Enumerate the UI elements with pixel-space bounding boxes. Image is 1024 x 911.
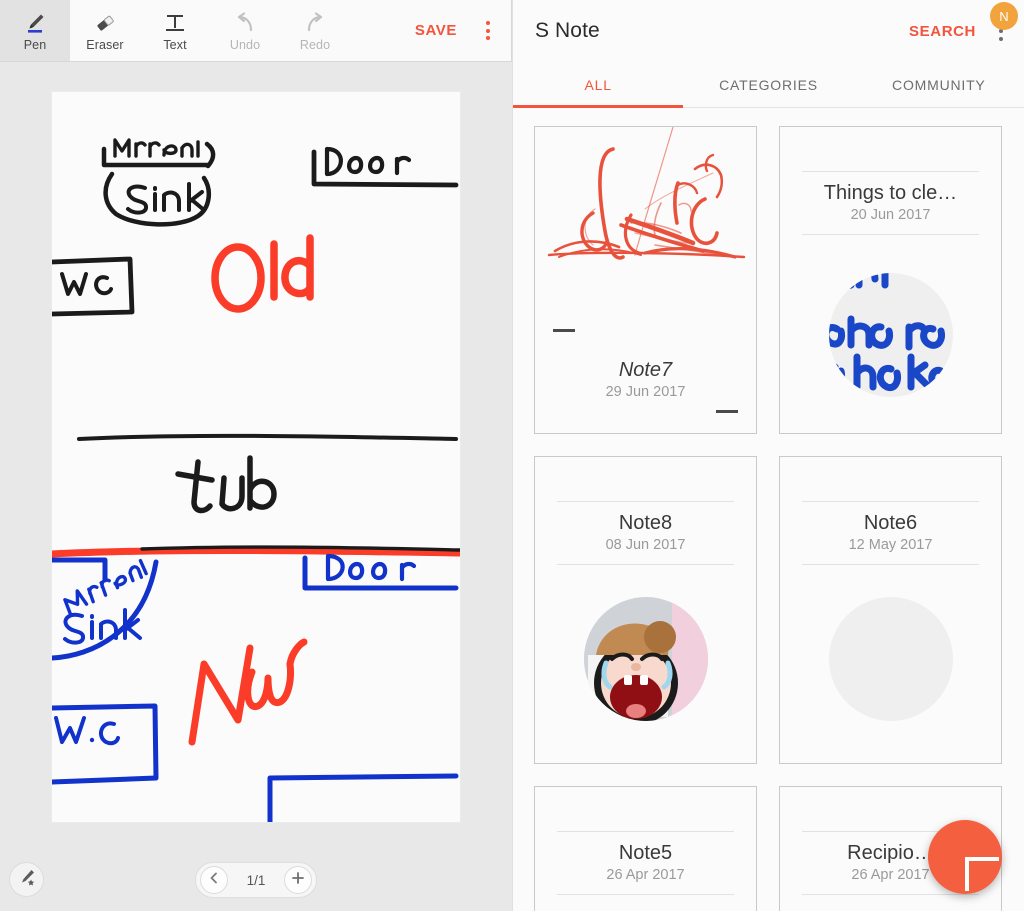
save-button[interactable]: SAVE xyxy=(401,0,471,61)
canvas-area xyxy=(0,62,512,850)
note-thumbnail xyxy=(535,127,756,325)
tool-undo[interactable]: Undo xyxy=(210,0,280,61)
note-card-title: Note7 xyxy=(618,359,673,381)
tab-community[interactable]: COMMUNITY xyxy=(854,62,1024,107)
note-card-title: Things to cle… xyxy=(823,182,958,204)
note-card-header: Things to cle… 20 Jun 2017 xyxy=(780,127,1001,235)
tool-redo[interactable]: Redo xyxy=(280,0,350,61)
note-card-title: Note5 xyxy=(618,842,673,864)
note-dash-mark xyxy=(716,410,738,413)
note-card-header: Note5 26 Apr 2017 xyxy=(535,787,756,895)
note-card-date: 12 May 2017 xyxy=(848,537,933,553)
note-thumbnail xyxy=(583,597,708,721)
tab-bar: ALL CATEGORIES COMMUNITY xyxy=(513,62,1024,108)
tool-pen-label: Pen xyxy=(23,37,47,52)
add-note-fab[interactable] xyxy=(928,820,1002,894)
note-grid: Note7 29 Jun 2017 Things to cle… 20 Jun … xyxy=(513,108,1024,911)
tool-undo-label: Undo xyxy=(229,37,261,52)
note-card-title: Note8 xyxy=(618,512,673,534)
kebab-dot xyxy=(486,28,490,33)
tool-pen[interactable]: Pen xyxy=(0,0,70,61)
plus-icon xyxy=(290,870,306,891)
note-card[interactable]: Note6 12 May 2017 xyxy=(779,456,1002,764)
editor-toolbar: Pen Eraser Text Undo Redo SAVE xyxy=(0,0,512,62)
note-thumbnail xyxy=(828,273,953,397)
note-card-date: 08 Jun 2017 xyxy=(605,537,686,553)
divider xyxy=(557,894,734,895)
page-title: S Note xyxy=(535,19,600,42)
search-button[interactable]: SEARCH xyxy=(901,23,984,40)
text-icon xyxy=(162,10,188,36)
tool-eraser-label: Eraser xyxy=(86,37,124,52)
kebab-dot xyxy=(486,21,490,25)
divider xyxy=(802,894,979,895)
note-thumbnail xyxy=(828,597,953,721)
note-card-date: 20 Jun 2017 xyxy=(850,207,931,223)
note-card[interactable]: Note8 08 Jun 2017 xyxy=(534,456,757,764)
add-page-button[interactable] xyxy=(284,866,312,894)
note-card-date: 29 Jun 2017 xyxy=(605,384,686,400)
note-card[interactable]: Things to cle… 20 Jun 2017 xyxy=(779,126,1002,434)
note-card-title: Note6 xyxy=(863,512,918,534)
drawing-canvas[interactable] xyxy=(52,92,460,822)
tool-text[interactable]: Text xyxy=(140,0,210,61)
divider xyxy=(557,564,734,565)
tool-eraser[interactable]: Eraser xyxy=(70,0,140,61)
page-indicator: 1/1 xyxy=(246,872,266,888)
prev-page-button[interactable] xyxy=(200,866,228,894)
tool-redo-label: Redo xyxy=(299,37,331,52)
editor-more-options-button[interactable] xyxy=(471,0,505,61)
divider xyxy=(802,564,979,565)
tab-all[interactable]: ALL xyxy=(513,62,684,108)
note-card[interactable]: Note7 29 Jun 2017 xyxy=(534,126,757,434)
eraser-icon xyxy=(92,10,118,36)
note-card[interactable]: Note5 26 Apr 2017 xyxy=(534,786,757,911)
list-header: S Note SEARCH N xyxy=(513,0,1024,62)
divider xyxy=(802,234,979,235)
pen-star-icon-button[interactable] xyxy=(9,862,44,897)
chevron-left-icon xyxy=(207,871,221,890)
avatar[interactable]: N xyxy=(990,2,1018,30)
kebab-dot xyxy=(486,36,490,40)
note-card-date: 26 Apr 2017 xyxy=(606,867,685,883)
note-card-header: Note8 08 Jun 2017 xyxy=(535,457,756,565)
editor-bottom-bar: 1/1 xyxy=(0,850,512,911)
note-list-pane: S Note SEARCH N ALL CATEGORIES COMMUNITY xyxy=(512,0,1024,911)
pen-star-icon xyxy=(17,867,37,892)
pen-icon xyxy=(22,10,48,36)
tool-text-label: Text xyxy=(163,37,187,52)
kebab-dot xyxy=(999,36,1003,41)
redo-icon xyxy=(302,10,328,36)
tab-categories[interactable]: CATEGORIES xyxy=(683,62,853,107)
app-root: Pen Eraser Text Undo Redo SAVE 1/1 S Not… xyxy=(0,0,1024,911)
undo-icon xyxy=(232,10,258,36)
note-dash-mark xyxy=(553,329,575,332)
note-card-header: Note6 12 May 2017 xyxy=(780,457,1001,565)
note-editor-pane: Pen Eraser Text Undo Redo SAVE 1/1 xyxy=(0,0,512,911)
page-navigator: 1/1 xyxy=(195,862,317,898)
